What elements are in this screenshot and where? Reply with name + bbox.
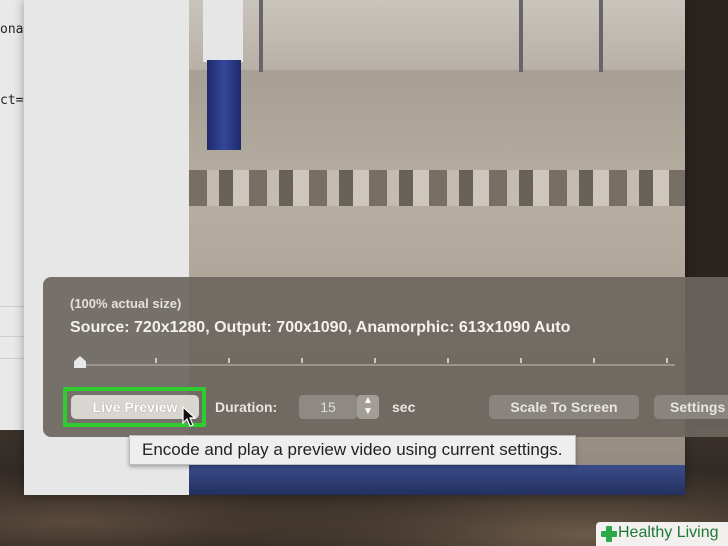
mouse-pointer-icon [182,406,196,427]
slider-thumb[interactable] [74,356,86,368]
slider-tick [520,358,522,363]
slider-tick [301,358,303,363]
slider-tick [228,358,230,363]
watermark-text: Healthy Living [618,524,719,541]
medical-cross-icon [601,526,617,542]
slider-tick [374,358,376,363]
photo-wall [189,0,685,70]
duration-input[interactable]: 15 [299,395,357,419]
slider-tick [447,358,449,363]
chevron-up-icon[interactable]: ▲ [357,395,379,406]
duration-stepper[interactable]: ▲ ▼ [357,395,379,419]
slider-tick [155,358,157,363]
photo-bottom [189,465,685,495]
actual-size-label: (100% actual size) [70,296,182,311]
photo-pole [519,0,523,72]
preview-position-slider[interactable] [75,358,675,366]
source-output-info: Source: 720x1280, Output: 700x1090, Anam… [70,319,571,336]
photo-pole [599,0,603,72]
chevron-down-icon[interactable]: ▼ [357,406,379,417]
watermark-badge: Healthy Living [596,522,728,546]
photo-person-leg [207,60,241,150]
photo-pole [259,0,263,72]
duration-label: Duration: [215,399,278,415]
slider-tick [666,358,668,363]
photo-person [203,0,243,62]
photo-ledge [189,170,685,206]
duration-unit-label: sec [392,399,416,415]
scale-to-screen-button[interactable]: Scale To Screen [489,395,639,419]
settings-button[interactable]: Settings [654,395,728,419]
tooltip: Encode and play a preview video using cu… [129,435,576,465]
slider-tick [593,358,595,363]
